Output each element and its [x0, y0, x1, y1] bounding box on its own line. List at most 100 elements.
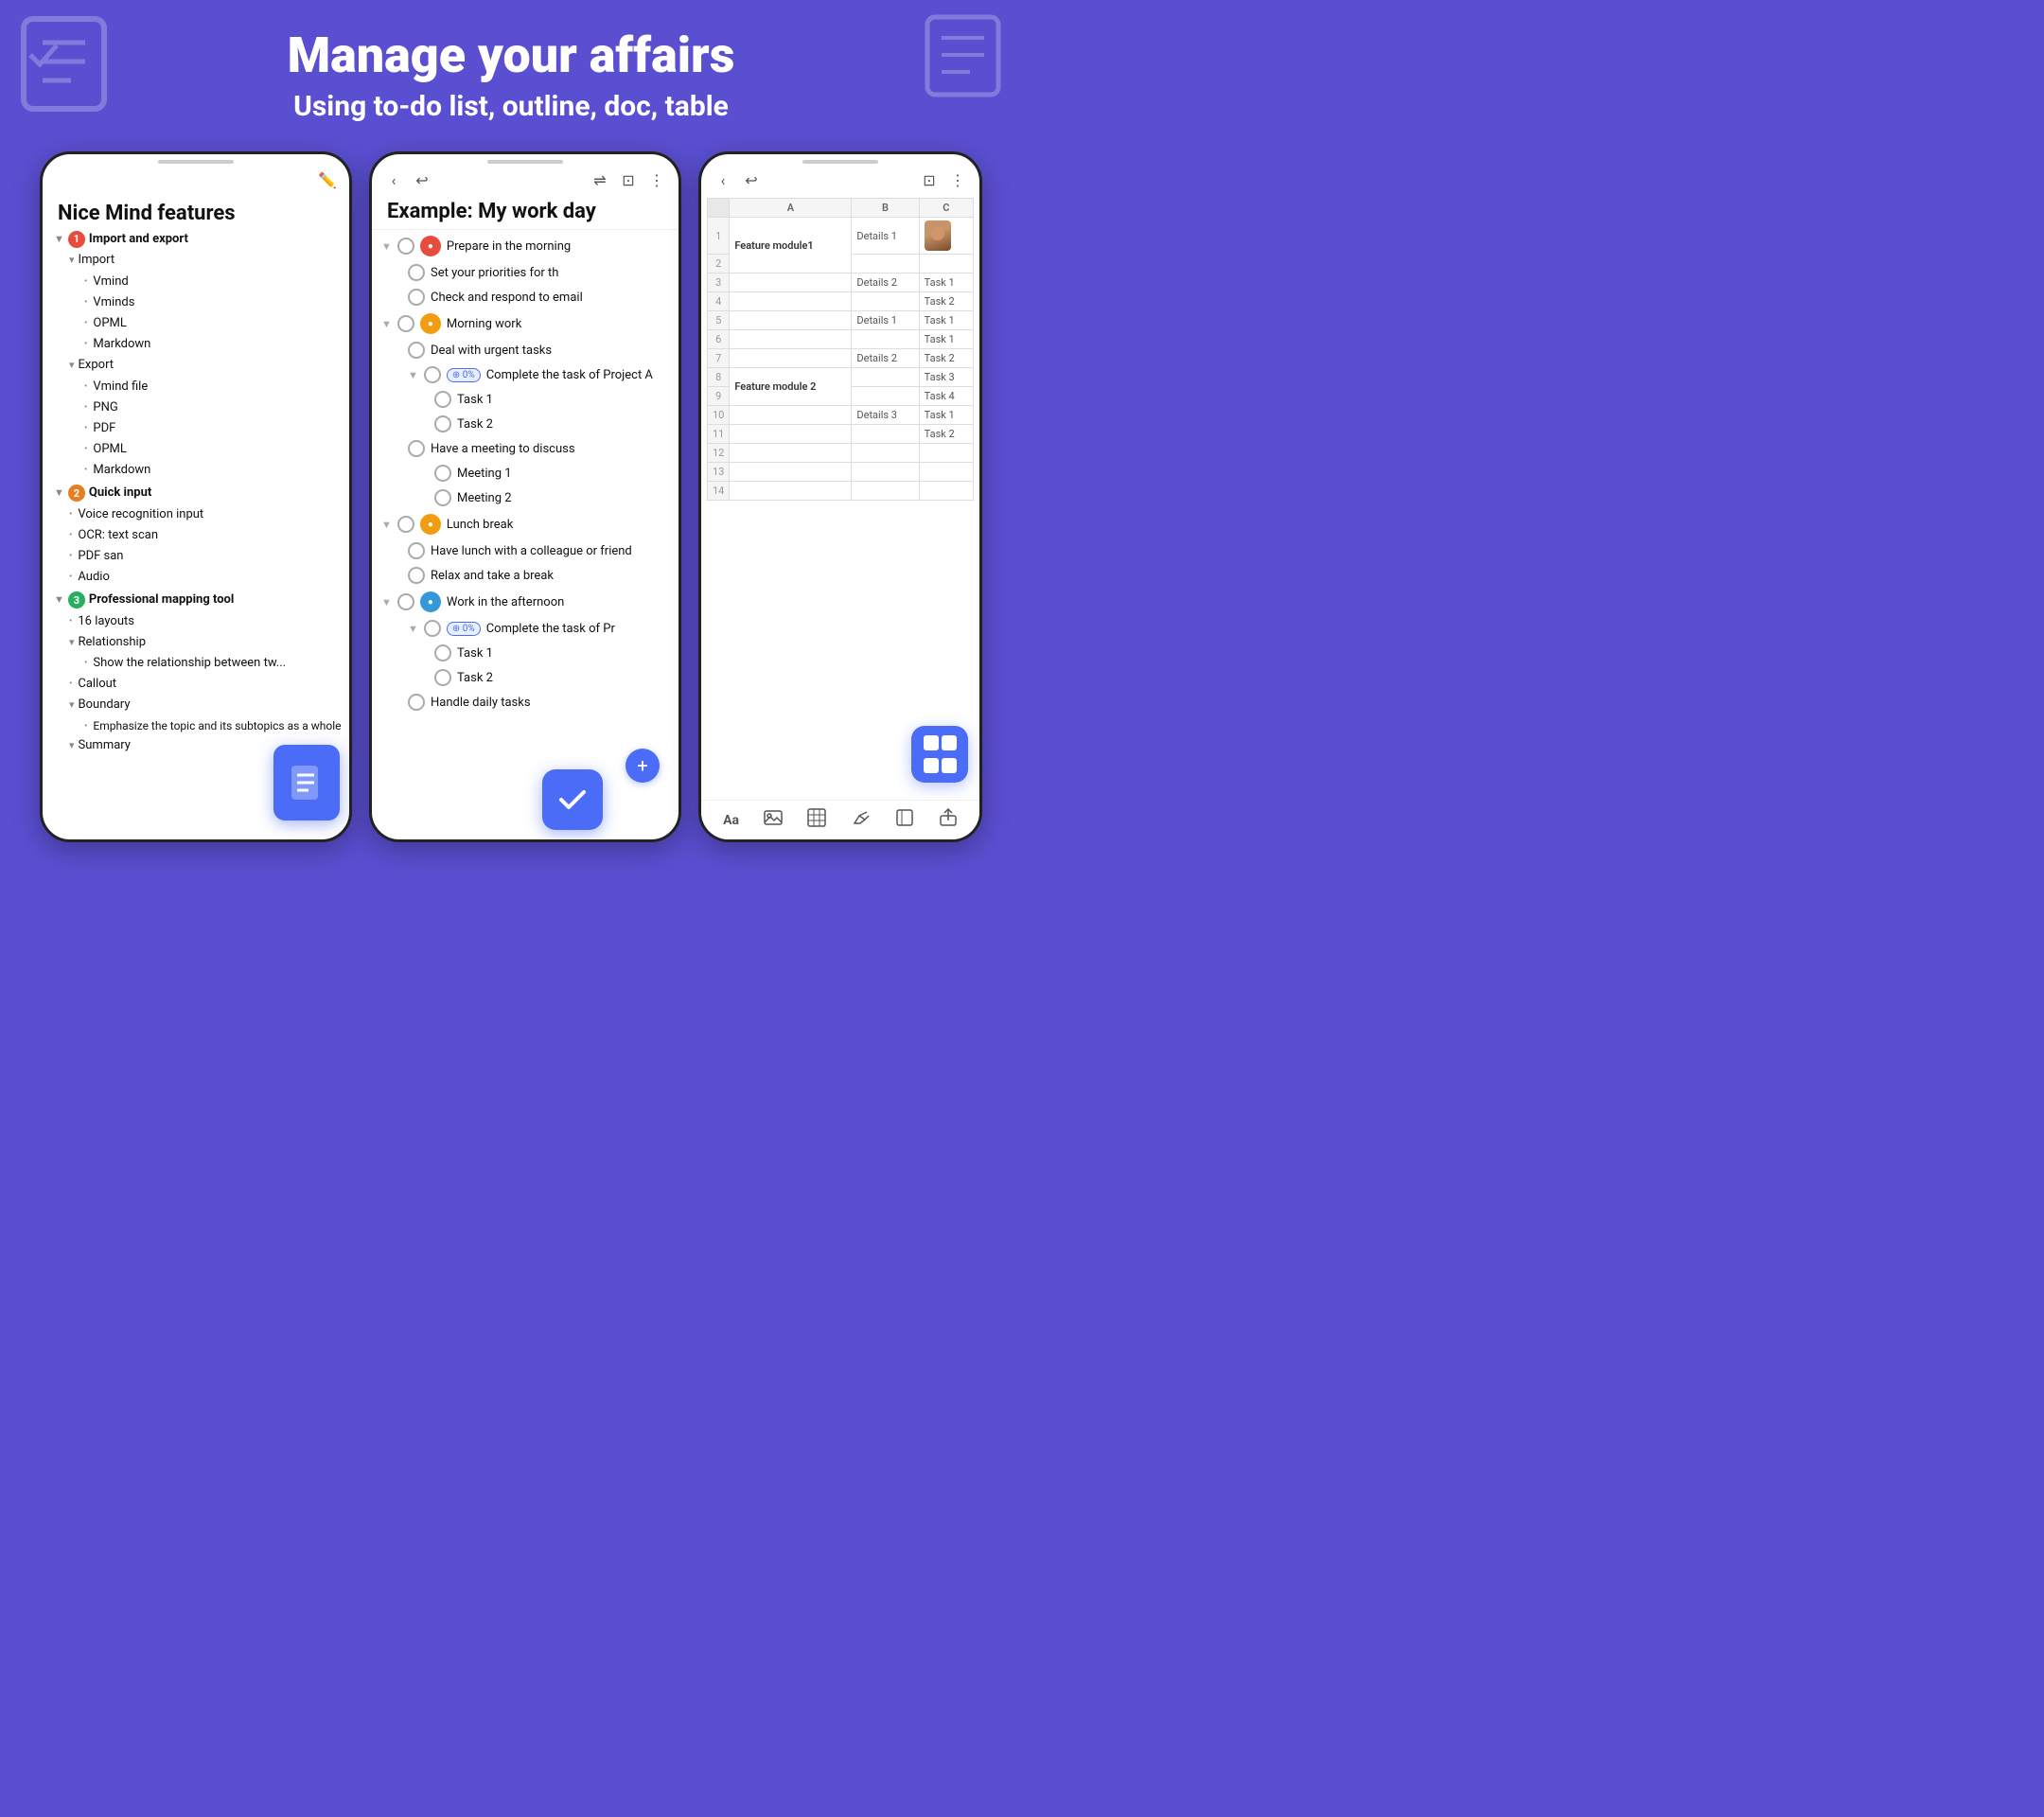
- cell-8a[interactable]: Feature module 2: [730, 368, 852, 406]
- export-icon[interactable]: [939, 808, 958, 832]
- table-icon[interactable]: [807, 808, 826, 832]
- cell-10b[interactable]: Details 3: [852, 406, 919, 425]
- cell-1c[interactable]: [919, 218, 973, 255]
- collapse-arrow[interactable]: ▼: [54, 485, 64, 500]
- todo-checkbox[interactable]: [434, 391, 451, 408]
- collapse-arrow[interactable]: ▼: [54, 592, 64, 607]
- cell-3c[interactable]: Task 1: [919, 273, 973, 292]
- collapse-icon[interactable]: ▼: [381, 240, 392, 253]
- doc-fab-button[interactable]: [273, 745, 340, 820]
- cell-12a[interactable]: [730, 444, 852, 463]
- cell-5b[interactable]: Details 1: [852, 311, 919, 330]
- todo-checkbox[interactable]: [397, 238, 414, 255]
- todo-checkbox[interactable]: [424, 366, 441, 383]
- todo-checkbox[interactable]: [434, 465, 451, 482]
- undo-icon[interactable]: ↩: [412, 169, 432, 190]
- collapse-arrow[interactable]: ▾: [69, 253, 75, 267]
- cell-11a[interactable]: [730, 425, 852, 444]
- cell-7a[interactable]: [730, 349, 852, 368]
- collapse-icon[interactable]: ▼: [381, 519, 392, 531]
- cell-5c[interactable]: Task 1: [919, 311, 973, 330]
- collapse-icon[interactable]: ▼: [408, 369, 418, 381]
- edit-icon[interactable]: ✏️: [317, 169, 338, 190]
- table-bottom-toolbar: Aa: [701, 800, 979, 839]
- cell-14a[interactable]: [730, 482, 852, 501]
- cell-7b[interactable]: Details 2: [852, 349, 919, 368]
- cell-1b[interactable]: Details 1: [852, 218, 919, 255]
- more-icon[interactable]: ⋮: [646, 169, 667, 190]
- todo-checkbox[interactable]: [408, 542, 425, 559]
- collapse-arrow[interactable]: ▾: [69, 635, 75, 649]
- cell-6c[interactable]: Task 1: [919, 330, 973, 349]
- eraser-icon[interactable]: [852, 808, 871, 832]
- collapse-icon[interactable]: ▼: [381, 596, 392, 609]
- cell-12b[interactable]: [852, 444, 919, 463]
- cell-4c[interactable]: Task 2: [919, 292, 973, 311]
- collapse-arrow[interactable]: ▼: [54, 232, 64, 246]
- format2-icon[interactable]: [895, 808, 914, 832]
- todo-checkbox[interactable]: [408, 264, 425, 281]
- table-row: 8 Feature module 2 Task 3: [708, 368, 974, 387]
- cell-13b[interactable]: [852, 463, 919, 482]
- back-icon[interactable]: ‹: [713, 169, 733, 190]
- cell-4a[interactable]: [730, 292, 852, 311]
- todo-checkbox[interactable]: [434, 669, 451, 686]
- todo-checkbox[interactable]: [408, 440, 425, 457]
- save-table-icon[interactable]: ⊡: [919, 169, 940, 190]
- add-task-fab[interactable]: +: [626, 749, 660, 783]
- cell-6a[interactable]: [730, 330, 852, 349]
- collapse-arrow[interactable]: ▾: [69, 738, 75, 752]
- todo-checkbox[interactable]: [408, 289, 425, 306]
- cell-5a[interactable]: [730, 311, 852, 330]
- cell-10c[interactable]: Task 1: [919, 406, 973, 425]
- badge-2: 2: [68, 485, 85, 502]
- cell-2b[interactable]: [852, 255, 919, 273]
- cell-3b[interactable]: Details 2: [852, 273, 919, 292]
- cell-1a[interactable]: Feature module1: [730, 218, 852, 273]
- back-icon[interactable]: ‹: [383, 169, 404, 190]
- cell-11b[interactable]: [852, 425, 919, 444]
- todo-checkbox[interactable]: [434, 415, 451, 432]
- cell-3a[interactable]: [730, 273, 852, 292]
- cell-13c[interactable]: [919, 463, 973, 482]
- save-icon[interactable]: ⊡: [618, 169, 639, 190]
- cell-8b[interactable]: [852, 368, 919, 387]
- collapse-icon[interactable]: ▼: [408, 623, 418, 635]
- more-table-icon[interactable]: ⋮: [947, 169, 968, 190]
- collapse-arrow[interactable]: ▾: [69, 358, 75, 372]
- cell-9b[interactable]: [852, 387, 919, 406]
- grid-dot: [924, 735, 939, 750]
- cell-11c[interactable]: Task 2: [919, 425, 973, 444]
- row-num: 6: [708, 330, 730, 349]
- cell-7c[interactable]: Task 2: [919, 349, 973, 368]
- todo-checkbox[interactable]: [434, 489, 451, 506]
- collapse-icon[interactable]: ▼: [381, 318, 392, 330]
- cell-12c[interactable]: [919, 444, 973, 463]
- todo-checkbox[interactable]: [397, 516, 414, 533]
- image-icon[interactable]: [764, 808, 783, 832]
- todo-checkbox[interactable]: [397, 593, 414, 610]
- todo-checkbox[interactable]: [408, 694, 425, 711]
- cell-8c[interactable]: Task 3: [919, 368, 973, 387]
- format-icon[interactable]: ⇌: [590, 169, 610, 190]
- todo-checkbox[interactable]: [408, 342, 425, 359]
- cell-2c[interactable]: [919, 255, 973, 273]
- text-format-icon[interactable]: Aa: [723, 813, 739, 828]
- todo-checkbox[interactable]: [434, 644, 451, 662]
- todo-text: Task 2: [457, 671, 669, 685]
- cell-13a[interactable]: [730, 463, 852, 482]
- todo-fab-button[interactable]: [542, 769, 603, 830]
- undo-icon[interactable]: ↩: [741, 169, 762, 190]
- todo-checkbox[interactable]: [424, 620, 441, 637]
- cell-14b[interactable]: [852, 482, 919, 501]
- cell-9c[interactable]: Task 4: [919, 387, 973, 406]
- grid-fab-button[interactable]: [911, 726, 968, 783]
- cell-10a[interactable]: [730, 406, 852, 425]
- cell-6b[interactable]: [852, 330, 919, 349]
- collapse-arrow[interactable]: ▾: [69, 697, 75, 712]
- todo-checkbox[interactable]: [408, 567, 425, 584]
- priority-badge: ●: [420, 236, 441, 256]
- todo-checkbox[interactable]: [397, 315, 414, 332]
- cell-14c[interactable]: [919, 482, 973, 501]
- cell-4b[interactable]: [852, 292, 919, 311]
